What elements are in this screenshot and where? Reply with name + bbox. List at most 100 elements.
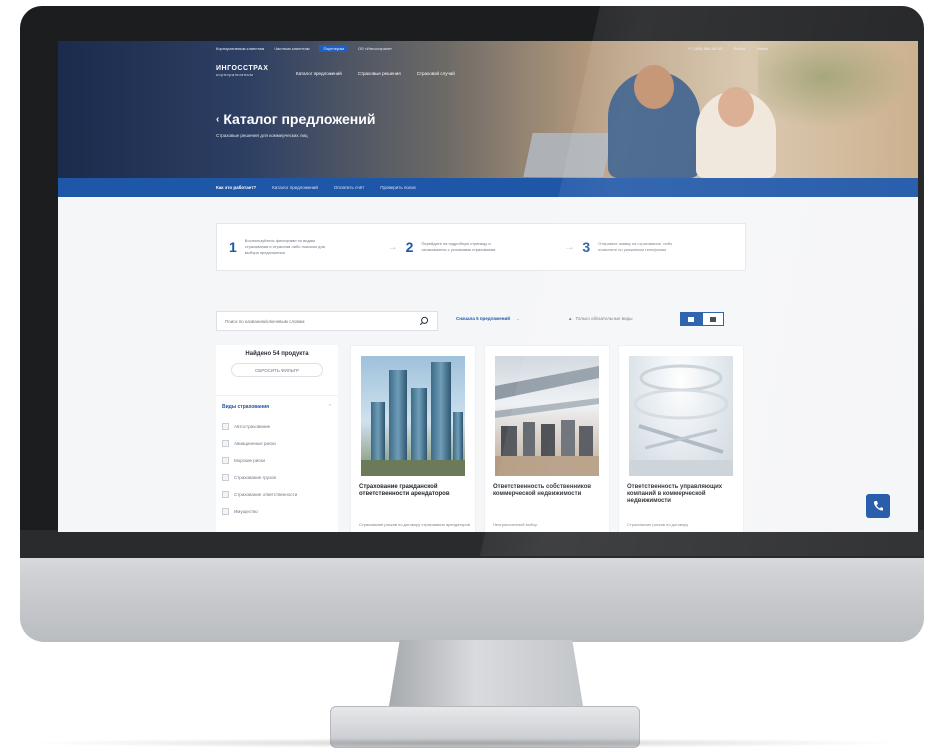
tower-shape bbox=[431, 362, 451, 462]
checkbox[interactable] bbox=[222, 474, 229, 481]
card-image-mall-interior bbox=[495, 356, 599, 476]
filter-option[interactable]: Имущество bbox=[222, 503, 332, 520]
tower-shape bbox=[411, 388, 427, 462]
checkbox[interactable] bbox=[222, 457, 229, 464]
logo-tagline: корпоративным bbox=[216, 72, 254, 77]
section-tab-check-policy[interactable]: Проверить полис bbox=[380, 185, 416, 190]
section-tab-pay[interactable]: Оплатить счёт bbox=[334, 185, 364, 190]
top-utility-bar: Корпоративным клиентам Частным клиентам … bbox=[58, 41, 918, 55]
website-screen: Корпоративным клиентам Частным клиентам … bbox=[58, 41, 918, 532]
topbar-menu[interactable]: Меню bbox=[757, 46, 768, 51]
topbar-right-group: +7 (495) 956-55-55 Войти Меню bbox=[688, 46, 918, 51]
filter-option[interactable]: Авиационные риски bbox=[222, 435, 332, 452]
card-title[interactable]: Ответственность собственников коммерческ… bbox=[493, 484, 605, 498]
person-woman bbox=[696, 87, 776, 178]
filter-option-label: Авиационные риски bbox=[234, 441, 276, 446]
filter-option-label: Морские риски bbox=[234, 458, 266, 463]
sort-dropdown[interactable]: Сначала 5 предложений ⌄ bbox=[456, 316, 520, 322]
step-text: Отправьте заявку на страхование, либо по… bbox=[598, 241, 673, 252]
section-navigation: Как это работает? Каталог предложений Оп… bbox=[58, 178, 918, 197]
chevron-down-icon: ⌄ bbox=[516, 316, 520, 321]
topbar-link-about[interactable]: Об «Ингосстрахе» bbox=[358, 46, 392, 51]
step-text: Воспользуйтесь фильтрами по видам страхо… bbox=[244, 238, 325, 255]
hero-photo-people bbox=[578, 61, 798, 178]
hero-banner bbox=[58, 41, 918, 178]
person-icon: ▲ bbox=[568, 316, 573, 321]
topbar-link-private[interactable]: Частным клиентам bbox=[274, 46, 309, 51]
page-title-text: Каталог предложений bbox=[223, 111, 376, 127]
page-subtitle: Страховые решения для коммерческих лиц bbox=[216, 133, 308, 138]
page-title: ‹ Каталог предложений bbox=[216, 111, 375, 127]
card-bullet: Страхование рисков по договору страхован… bbox=[359, 522, 470, 527]
arrow-right-icon: → bbox=[564, 241, 575, 253]
person-man bbox=[608, 65, 700, 178]
filter-option[interactable]: Морские риски bbox=[222, 452, 332, 469]
product-card[interactable]: Страхование гражданской ответственности … bbox=[350, 345, 476, 532]
filter-group-insurance-types: Виды страхования ⌃ Автострахование Авиац… bbox=[216, 395, 338, 532]
step-text: Перейдите на подробную страницу и ознако… bbox=[421, 241, 496, 252]
card-bullet: Страхование рисков по договору bbox=[627, 522, 689, 527]
filter-option-label: Страхование грузов bbox=[234, 475, 276, 480]
mainnav-item-catalog[interactable]: Каталог предложений bbox=[296, 71, 342, 76]
filter-option[interactable]: Автострахование bbox=[222, 418, 332, 435]
callback-button[interactable] bbox=[866, 494, 890, 518]
company-logo[interactable]: ИНГОССТРАХ корпоративным bbox=[216, 65, 268, 77]
tower-shape bbox=[453, 412, 463, 462]
section-tab-how-it-works[interactable]: Как это работает? bbox=[216, 185, 256, 190]
filter-group-title: Виды страхования bbox=[222, 404, 270, 410]
atrium-illustration bbox=[629, 364, 733, 476]
step-number: 3 bbox=[582, 239, 591, 255]
filter-option[interactable]: Страхование ответственности bbox=[222, 486, 332, 503]
filter-option-label: Имущество bbox=[234, 509, 258, 514]
checkbox[interactable] bbox=[222, 440, 229, 447]
grid-icon bbox=[688, 316, 694, 322]
monitor-mockup: Корпоративным клиентам Частным клиентам … bbox=[0, 0, 930, 754]
phone-icon bbox=[873, 501, 883, 511]
mainnav-item-solutions[interactable]: Страховые решения bbox=[358, 71, 401, 76]
search-icon[interactable] bbox=[419, 316, 429, 326]
filter-group-header[interactable]: Виды страхования ⌃ bbox=[222, 404, 332, 410]
tower-shape bbox=[371, 402, 385, 462]
sort-label: Сначала 5 предложений bbox=[456, 316, 511, 321]
mall-illustration bbox=[495, 366, 599, 476]
card-title[interactable]: Страхование гражданской ответственности … bbox=[359, 484, 471, 498]
step-number: 2 bbox=[405, 239, 414, 255]
topbar-link-partners[interactable]: Партнерам bbox=[319, 44, 349, 52]
monitor-chin bbox=[20, 530, 924, 642]
grid-view-button[interactable] bbox=[680, 312, 702, 326]
card-image-skyscrapers bbox=[361, 356, 465, 476]
floor-shadow bbox=[20, 738, 910, 748]
checkbox[interactable] bbox=[222, 423, 229, 430]
card-bullet: Неограниченный выбор bbox=[493, 522, 538, 527]
mainnav-item-claims[interactable]: Страховой случай bbox=[417, 71, 455, 76]
section-tab-catalog[interactable]: Каталог предложений bbox=[272, 185, 318, 190]
step-1: 1 Воспользуйтесь фильтрами по видам стра… bbox=[229, 238, 380, 256]
view-mode-toggle bbox=[680, 312, 724, 326]
main-navigation: Каталог предложений Страховые решения Ст… bbox=[296, 71, 455, 76]
filter-option-label: Страхование ответственности bbox=[234, 492, 298, 497]
arrow-right-icon: → bbox=[387, 241, 398, 253]
card-image-atrium bbox=[629, 356, 733, 476]
search-input[interactable] bbox=[225, 318, 419, 324]
product-card[interactable]: Ответственность управляющих компаний в к… bbox=[618, 345, 744, 532]
how-it-works-steps: 1 Воспользуйтесь фильтрами по видам стра… bbox=[216, 223, 746, 271]
mandatory-only-label: Только обязательные виды bbox=[575, 316, 633, 321]
checkbox[interactable] bbox=[222, 508, 229, 515]
mandatory-only-toggle[interactable]: ▲ Только обязательные виды bbox=[568, 316, 632, 321]
reset-filter-button[interactable]: СБРОСИТЬ ФИЛЬТР bbox=[231, 363, 323, 377]
tower-shape bbox=[389, 370, 407, 462]
list-view-button[interactable] bbox=[702, 312, 724, 326]
filter-option[interactable]: Страхование грузов bbox=[222, 469, 332, 486]
topbar-phone[interactable]: +7 (495) 956-55-55 bbox=[688, 46, 722, 51]
product-card[interactable]: Ответственность собственников коммерческ… bbox=[484, 345, 610, 532]
back-arrow-icon[interactable]: ‹ bbox=[216, 114, 219, 125]
step-2: 2 Перейдите на подробную страницу и озна… bbox=[406, 239, 557, 255]
filter-sidebar: Найдено 54 продукта СБРОСИТЬ ФИЛЬТР Виды… bbox=[216, 345, 338, 532]
list-icon bbox=[710, 316, 716, 322]
step-3: 3 Отправьте заявку на страхование, либо … bbox=[582, 239, 733, 255]
checkbox[interactable] bbox=[222, 491, 229, 498]
catalog-search bbox=[216, 311, 438, 331]
topbar-login[interactable]: Войти bbox=[734, 46, 745, 51]
card-title[interactable]: Ответственность управляющих компаний в к… bbox=[627, 484, 739, 505]
topbar-link-corporate[interactable]: Корпоративным клиентам bbox=[216, 46, 264, 51]
